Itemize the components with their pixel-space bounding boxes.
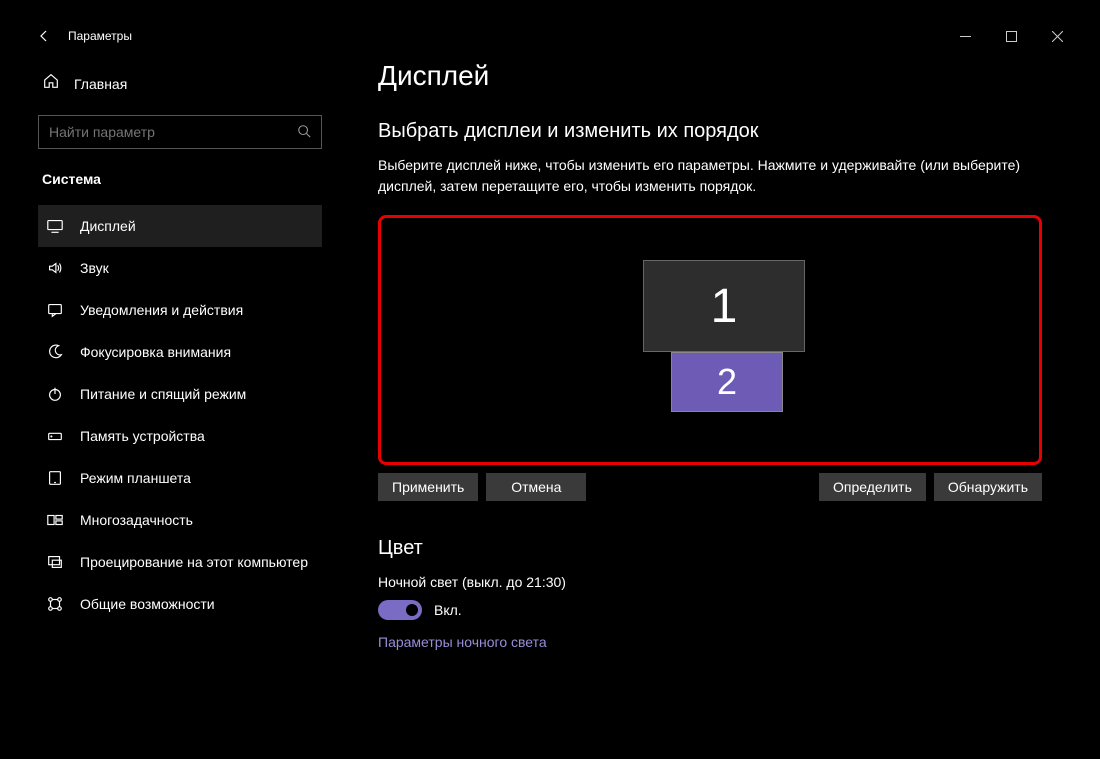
sidebar-item-focus[interactable]: Фокусировка внимания — [38, 331, 322, 373]
home-label: Главная — [74, 76, 127, 92]
page-title: Дисплей — [378, 60, 1042, 92]
sidebar-item-project[interactable]: Проецирование на этот компьютер — [38, 541, 322, 583]
sidebar-item-label: Звук — [80, 260, 109, 276]
sidebar-item-multitask[interactable]: Многозадачность — [38, 499, 322, 541]
maximize-button[interactable] — [988, 20, 1034, 52]
sidebar-item-power[interactable]: Питание и спящий режим — [38, 373, 322, 415]
sidebar-item-tablet[interactable]: Режим планшета — [38, 457, 322, 499]
sidebar-item-label: Питание и спящий режим — [80, 386, 246, 402]
sidebar-item-label: Дисплей — [80, 218, 136, 234]
arrange-title: Выбрать дисплеи и изменить их порядок — [378, 120, 1042, 143]
identify-button[interactable]: Определить — [819, 473, 926, 501]
multitask-icon — [46, 511, 64, 529]
arrange-description: Выберите дисплей ниже, чтобы изменить ег… — [378, 155, 1042, 197]
window-title: Параметры — [68, 29, 132, 43]
sidebar-item-label: Общие возможности — [80, 596, 215, 612]
sidebar-item-label: Память устройства — [80, 428, 205, 444]
moon-icon — [46, 343, 64, 361]
minimize-button[interactable] — [942, 20, 988, 52]
sidebar-item-shared[interactable]: Общие возможности — [38, 583, 322, 625]
sidebar-item-label: Уведомления и действия — [80, 302, 243, 318]
main-content: Дисплей Выбрать дисплеи и изменить их по… — [340, 52, 1080, 739]
search-input[interactable] — [38, 115, 322, 149]
monitor-1[interactable]: 1 — [643, 260, 805, 352]
cancel-button[interactable]: Отмена — [486, 473, 586, 501]
detect-button[interactable]: Обнаружить — [934, 473, 1042, 501]
tablet-icon — [46, 469, 64, 487]
apply-button[interactable]: Применить — [378, 473, 478, 501]
back-button[interactable] — [20, 20, 68, 52]
sidebar-item-display[interactable]: Дисплей — [38, 205, 322, 247]
sidebar-item-label: Режим планшета — [80, 470, 191, 486]
titlebar: Параметры — [20, 20, 1080, 52]
search-field[interactable] — [49, 124, 297, 140]
notifications-icon — [46, 301, 64, 319]
project-icon — [46, 553, 64, 571]
sidebar-item-label: Проецирование на этот компьютер — [80, 554, 308, 570]
close-button[interactable] — [1034, 20, 1080, 52]
power-icon — [46, 385, 64, 403]
sidebar: Главная Система Дисплей Звук Уведомления… — [20, 52, 340, 739]
sidebar-item-notifications[interactable]: Уведомления и действия — [38, 289, 322, 331]
storage-icon — [46, 427, 64, 445]
home-button[interactable]: Главная — [38, 60, 322, 107]
night-light-settings-link[interactable]: Параметры ночного света — [378, 634, 1042, 650]
sidebar-item-storage[interactable]: Память устройства — [38, 415, 322, 457]
sidebar-item-label: Многозадачность — [80, 512, 193, 528]
display-arrangement[interactable]: 1 2 — [378, 215, 1042, 465]
color-title: Цвет — [378, 537, 1042, 560]
shared-icon — [46, 595, 64, 613]
search-icon — [297, 124, 311, 141]
display-icon — [46, 217, 64, 235]
sidebar-item-sound[interactable]: Звук — [38, 247, 322, 289]
section-header: Система — [38, 167, 322, 205]
night-light-label: Ночной свет (выкл. до 21:30) — [378, 574, 1042, 590]
sidebar-item-label: Фокусировка внимания — [80, 344, 231, 360]
monitor-2[interactable]: 2 — [671, 352, 783, 412]
toggle-state-label: Вкл. — [434, 602, 462, 618]
sound-icon — [46, 259, 64, 277]
night-light-toggle[interactable] — [378, 600, 422, 620]
home-icon — [42, 72, 60, 95]
